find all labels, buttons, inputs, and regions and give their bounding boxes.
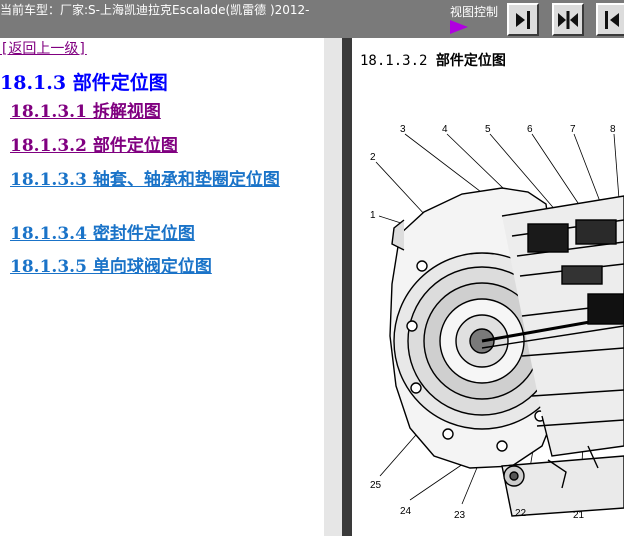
toc-link-component-locator[interactable]: 18.1.3.2 部件定位图 [10,134,320,158]
toc-link-checkball-locator[interactable]: 18.1.3.5 单向球阀定位图 [10,255,320,279]
double-arrow-icon [558,11,578,29]
callout-8: 8 [610,124,616,135]
toc-link-seal-locator[interactable]: 18.1.3.4 密封件定位图 [10,222,320,246]
splitter-track [324,38,344,536]
transmission-case [389,187,624,517]
callout-4: 4 [442,124,448,135]
split-pane-button[interactable] [552,3,584,36]
callout-2: 2 [370,152,376,163]
callout-21: 21 [573,510,585,521]
figure-heading: 18.1.3.2 部件定位图 [360,50,506,70]
content-panel: 18.1.3.2 部件定位图 1 2 3 4 5 6 7 8 21 22 23 … [352,38,624,536]
top-toolbar: 当前车型：厂家:S-上海凯迪拉克Escalade(凯雷德 )2012- 视图控制 [0,0,624,38]
callout-7: 7 [570,124,576,135]
callout-22: 22 [515,508,527,519]
navigation-panel: [返回上一级] 18.1.3 部件定位图 18.1.3.1 拆解视图 18.1.… [0,38,324,536]
toc-link-bushing-bearing-washer[interactable]: 18.1.3.3 轴套、轴承和垫圈定位图 [0,168,318,192]
play-arrow-icon [450,20,468,34]
show-right-pane-button[interactable] [507,3,539,36]
pane-splitter[interactable] [342,38,352,536]
transmission-diagram: 1 2 3 4 5 6 7 8 21 22 23 24 25 [370,124,624,521]
section-heading: 18.1.3 部件定位图 [0,72,168,94]
figure-title: 部件定位图 [435,53,506,69]
show-left-pane-button[interactable] [596,3,624,36]
callout-5: 5 [485,124,491,135]
toc-link-disassembly[interactable]: 18.1.3.1 拆解视图 [10,100,320,124]
callout-3: 3 [400,124,406,135]
arrow-right-bar-icon [516,11,530,29]
callout-6: 6 [527,124,533,135]
callout-24: 24 [400,506,412,517]
arrow-left-bar-icon [605,11,619,29]
callout-25: 25 [370,480,382,491]
callout-23: 23 [454,510,466,521]
callout-1: 1 [370,210,376,221]
back-link[interactable]: [返回上一级] [0,38,87,58]
figure-number: 18.1.3.2 [360,53,428,69]
view-control-label: 视图控制 [450,5,499,19]
vehicle-title: 当前车型：厂家:S-上海凯迪拉克Escalade(凯雷德 )2012- [0,3,310,17]
